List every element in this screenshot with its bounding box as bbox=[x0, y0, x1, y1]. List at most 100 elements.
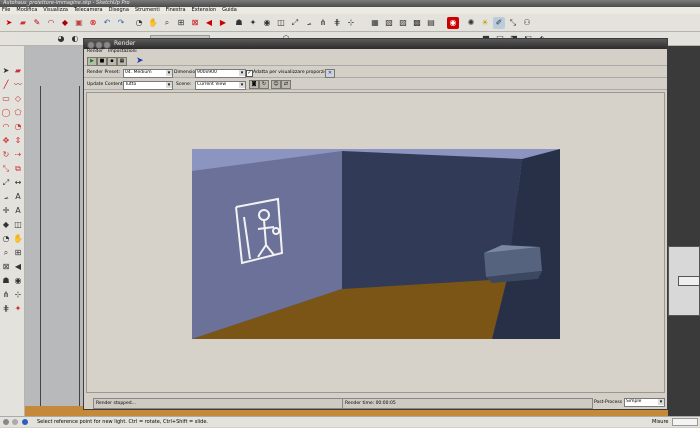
rotated-rect-icon[interactable]: ◇ bbox=[13, 94, 23, 104]
adatta-checkbox[interactable]: ✓ bbox=[246, 70, 253, 77]
arc-icon[interactable]: ◠ bbox=[1, 122, 11, 132]
arc-tool-icon[interactable]: ◠ bbox=[45, 17, 57, 29]
look-around-tool-icon[interactable]: ◉ bbox=[13, 276, 23, 286]
eraser-icon[interactable]: ▰ bbox=[17, 17, 29, 29]
footprints-tool-icon[interactable]: ⋕ bbox=[1, 304, 11, 314]
rectangle-icon[interactable]: ▭ bbox=[1, 94, 11, 104]
stop-render-icon[interactable]: ■ bbox=[97, 57, 107, 66]
refresh-icon[interactable]: ↻ bbox=[259, 80, 269, 89]
polygon-icon[interactable]: ⬠ bbox=[13, 108, 23, 118]
move-icon[interactable]: ✥ bbox=[1, 136, 11, 146]
menu-extension[interactable]: Extension bbox=[192, 7, 217, 14]
rotate-icon[interactable]: ↻ bbox=[1, 150, 11, 160]
tape-icon[interactable]: ⤢ bbox=[1, 178, 11, 188]
text-icon[interactable]: A bbox=[13, 192, 23, 202]
menu-visualizza[interactable]: Visualizza bbox=[43, 7, 68, 14]
pan-tool-icon[interactable]: ✋ bbox=[13, 234, 23, 244]
render-icon[interactable]: ◉ bbox=[447, 17, 459, 29]
section-plane-icon[interactable]: ◫ bbox=[275, 17, 287, 29]
look-around-icon[interactable]: ◉ bbox=[261, 17, 273, 29]
help-icon[interactable] bbox=[22, 419, 28, 425]
zoom-tool-icon[interactable]: ⌕ bbox=[1, 248, 11, 258]
position-camera-tool-icon[interactable]: ☗ bbox=[1, 276, 11, 286]
dimensioni-select[interactable]: 900x900 bbox=[195, 69, 246, 78]
circle-icon[interactable]: ◯ bbox=[1, 108, 11, 118]
orbit-icon[interactable]: ◔ bbox=[133, 17, 145, 29]
protractor-icon[interactable]: ⦟ bbox=[303, 17, 315, 29]
tape-measure-icon[interactable]: ⤢ bbox=[289, 17, 301, 29]
camera-icon[interactable]: ◙ bbox=[249, 80, 259, 89]
group-icon[interactable]: ▧ bbox=[383, 17, 395, 29]
scale-tool-icon[interactable]: ⤡ bbox=[1, 164, 11, 174]
axes-icon[interactable]: ✛ bbox=[1, 206, 11, 216]
light-icon[interactable]: ✺ bbox=[465, 17, 477, 29]
layers-icon[interactable]: ▤ bbox=[425, 17, 437, 29]
component-icon[interactable]: ▦ bbox=[369, 17, 381, 29]
section-icon[interactable]: ◫ bbox=[13, 220, 23, 230]
push-pull-icon[interactable]: ▣ bbox=[73, 17, 85, 29]
zoom-extents-icon[interactable]: ⊠ bbox=[189, 17, 201, 29]
zoom-window-tool-icon[interactable]: ⊞ bbox=[13, 248, 23, 258]
zoom-window-icon[interactable]: ⊞ bbox=[175, 17, 187, 29]
minimize-icon[interactable] bbox=[95, 41, 103, 49]
menu-file[interactable]: File bbox=[2, 7, 10, 14]
walk-through-icon[interactable]: ⊹ bbox=[345, 17, 357, 29]
freehand-icon[interactable]: 〰 bbox=[13, 80, 23, 90]
settings-render-icon[interactable]: ▦ bbox=[117, 57, 127, 66]
sun-icon[interactable]: ☀ bbox=[479, 17, 491, 29]
menu-guida[interactable]: Guida bbox=[222, 7, 237, 14]
previous-icon[interactable]: ◀ bbox=[13, 262, 23, 272]
3d-text-icon[interactable]: A bbox=[13, 206, 23, 216]
eye-icon[interactable]: ◕ bbox=[55, 33, 67, 45]
menu-modifica[interactable]: Modifica bbox=[16, 7, 37, 14]
stop-icon[interactable]: ⊗ bbox=[87, 17, 99, 29]
close-icon[interactable] bbox=[87, 41, 95, 49]
offset-icon[interactable]: ⧉ bbox=[13, 164, 23, 174]
edit-icon[interactable]: ✐ bbox=[493, 17, 505, 29]
footprint-icon[interactable]: ⋔ bbox=[317, 17, 329, 29]
pushpull-tool-icon[interactable]: ⇕ bbox=[13, 136, 23, 146]
menu-finestra[interactable]: Finestra bbox=[166, 7, 186, 14]
protractor-tool-icon[interactable]: ⦟ bbox=[1, 192, 11, 202]
shadow-icon[interactable]: ◐ bbox=[69, 33, 81, 45]
position-camera-icon[interactable]: ☗ bbox=[233, 17, 245, 29]
pencil-icon[interactable]: ✎ bbox=[31, 17, 43, 29]
menu-telecamera[interactable]: Telecamera bbox=[74, 7, 103, 14]
render-preset-select[interactable]: 04. Medium bbox=[123, 69, 173, 78]
people-icon[interactable]: ☺ bbox=[271, 80, 281, 89]
scene-select[interactable]: Current View bbox=[195, 81, 246, 90]
zoom-icon[interactable]: ⌕ bbox=[161, 17, 173, 29]
start-render-icon[interactable]: ▶ bbox=[87, 57, 97, 66]
followme-icon[interactable]: ⇢ bbox=[13, 150, 23, 160]
maximize-icon[interactable] bbox=[103, 41, 111, 49]
previous-view-icon[interactable]: ◀ bbox=[203, 17, 215, 29]
stamp-icon[interactable]: ✦ bbox=[13, 304, 23, 314]
orbit-tool-icon[interactable]: ◔ bbox=[1, 234, 11, 244]
undo-icon[interactable]: ↶ bbox=[101, 17, 113, 29]
post-process-select[interactable]: Simple bbox=[624, 398, 665, 407]
save-render-icon[interactable]: ▪ bbox=[107, 57, 117, 66]
paint-bucket-icon[interactable]: ◆ bbox=[59, 17, 71, 29]
pie-icon[interactable]: ◔ bbox=[13, 122, 23, 132]
materials-icon[interactable]: ▨ bbox=[397, 17, 409, 29]
styles-icon[interactable]: ▩ bbox=[411, 17, 423, 29]
zoom-extents-tool-icon[interactable]: ⊠ bbox=[1, 262, 11, 272]
menu-strumenti[interactable]: Strumenti bbox=[135, 7, 160, 14]
dimension-icon[interactable]: ↔ bbox=[13, 178, 23, 188]
redo-icon[interactable]: ↷ bbox=[115, 17, 127, 29]
measures-input[interactable] bbox=[672, 418, 698, 426]
update-content-select[interactable]: Tutto bbox=[123, 81, 173, 90]
link-icon[interactable]: ✕ bbox=[325, 69, 335, 78]
walk-icon[interactable]: ✦ bbox=[247, 17, 259, 29]
sandbox-icon[interactable]: ⊹ bbox=[13, 290, 23, 300]
pan-icon[interactable]: ✋ bbox=[147, 17, 159, 29]
next-view-icon[interactable]: ▶ bbox=[217, 17, 229, 29]
walk-tool-icon[interactable]: ⋔ bbox=[1, 290, 11, 300]
line-icon[interactable]: ╱ bbox=[1, 80, 11, 90]
scale-icon[interactable]: ⤡ bbox=[507, 17, 519, 29]
select-tool-icon[interactable]: ➤ bbox=[3, 17, 15, 29]
bicycle-icon[interactable]: ⚇ bbox=[521, 17, 533, 29]
footprints-icon[interactable]: ⋕ bbox=[331, 17, 343, 29]
paint-icon[interactable]: ◆ bbox=[1, 220, 11, 230]
select-icon[interactable]: ➤ bbox=[1, 66, 11, 76]
